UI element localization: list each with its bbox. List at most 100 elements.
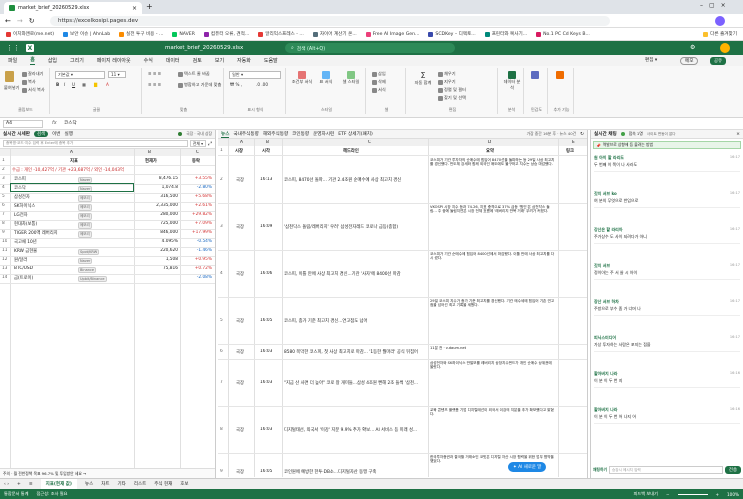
sort-filter-button[interactable]: 정렬 및 필터 <box>438 87 466 93</box>
bookmark-item[interactable]: 프린터와 복사기... <box>484 31 527 37</box>
chat-username[interactable]: 원 아이 할 라리도 <box>594 155 624 160</box>
formula-input[interactable]: 코스닥 <box>64 120 734 128</box>
news-headline[interactable]: 코인원에 예방한 한투·DB소...디지털자산 동맹 구축 <box>284 469 426 475</box>
bookmarks-folder[interactable]: 다른 즐겨찾기 <box>703 31 737 37</box>
window-controls-icon[interactable]: –▢× <box>700 2 732 9</box>
tab-automate[interactable]: 자동화 <box>237 57 251 64</box>
profile-avatar-icon[interactable] <box>715 16 725 26</box>
chat-username[interactable]: 피닉스미디어 <box>594 335 616 340</box>
app-launcher-icon[interactable]: ⋮⋮ <box>6 44 20 52</box>
tab-insert[interactable]: 삽입 <box>48 57 57 64</box>
decimal-icon[interactable]: .0 .00 <box>256 82 268 87</box>
tab-file[interactable]: 파일 <box>8 57 17 64</box>
workbook-stats[interactable]: 통합문서 통계 <box>4 491 28 497</box>
search-input[interactable]: ⌕ 검색 (Alt+Q) <box>285 43 455 53</box>
document-title[interactable]: market_brief_20260529.xlsx <box>165 45 243 51</box>
market-name[interactable]: 국고채 10년 <box>14 239 37 245</box>
col-d-header[interactable]: D <box>488 140 491 145</box>
format-painter-button[interactable]: 서식 복사 <box>22 87 45 93</box>
chat-username[interactable]: 할아버지 나라 <box>594 371 617 376</box>
chat-username[interactable]: 갓지 서브 ko <box>594 191 617 196</box>
filter-select[interactable]: 전체 ▾ <box>189 140 206 147</box>
news-headline[interactable]: 디지털태선, 외국서 '이강' 지분 9.9% 추가 확보... AI 서비스 … <box>284 427 426 433</box>
tab-run[interactable]: 실행 <box>65 131 73 137</box>
col-a-header[interactable]: A <box>240 140 243 145</box>
close-tab-icon[interactable]: × <box>132 5 137 12</box>
bookmark-item[interactable]: 보안 이슈 | AhnLab <box>63 31 110 37</box>
chat-username[interactable]: 강산은 할 라리아 <box>594 227 623 232</box>
bold-button[interactable]: B <box>56 82 59 87</box>
tab-coin[interactable]: 코인동향 <box>292 131 309 137</box>
col-e-header[interactable]: E <box>572 140 575 145</box>
col-b-header[interactable]: B <box>148 150 151 155</box>
news-headline[interactable]: 8580 목막한 코스피, 첫 사상 최고치로 마감... '1등한 월마라' … <box>284 349 426 355</box>
browser-tab[interactable]: market_brief_20260529.xlsx × <box>4 2 142 14</box>
zoom-slider[interactable] <box>677 493 708 495</box>
market-name[interactable]: SK하이닉스 <box>14 203 35 209</box>
bookmark-item[interactable]: 컴퓨터 오류, 견적... <box>203 31 249 37</box>
format-cells-button[interactable]: 서식 <box>372 87 386 93</box>
currency-icon[interactable]: ₩ % , <box>230 82 242 87</box>
insert-cells-button[interactable]: 삽입 <box>372 71 386 77</box>
number-format-select[interactable]: 일반 ▾ <box>229 71 281 79</box>
sensitivity-button[interactable] <box>531 71 540 79</box>
chat-username[interactable]: 할아버지 나라 <box>594 407 617 412</box>
align-top-icon[interactable]: ≡ ≡ ≡ <box>148 71 161 76</box>
sheet-tab-news[interactable]: 뉴스 <box>85 481 93 487</box>
col-c-header[interactable]: C <box>196 150 199 155</box>
sheet-tab-stock[interactable]: 주식 현재 <box>154 481 172 487</box>
market-name[interactable]: BTC/USD <box>14 266 33 271</box>
tab-domestic[interactable]: 국내주식동향 <box>233 131 258 137</box>
fill-button[interactable]: 채우기 <box>438 71 456 77</box>
market-name[interactable]: 금(트로이) <box>14 275 33 281</box>
bookmark-item[interactable]: No.1 PC Cd Keys B... <box>536 31 590 37</box>
chat-input[interactable]: 승강시 메시지 입력 <box>608 466 723 474</box>
sheet-nav-icon[interactable]: ‹ › <box>4 482 9 487</box>
col-b-header[interactable]: B <box>266 140 269 145</box>
refresh-icon[interactable]: ↻ <box>580 132 584 137</box>
tab-home[interactable]: 홈 <box>30 56 35 65</box>
market-name[interactable]: LG전자 <box>14 212 28 218</box>
name-box[interactable]: A4 <box>3 120 43 128</box>
tab-overseas[interactable]: 해외주식동향 <box>263 131 288 137</box>
expand-icon[interactable]: ⤢ <box>208 141 212 147</box>
underline-button[interactable]: U <box>72 82 75 87</box>
market-name[interactable]: KRW 금현물 <box>14 248 37 254</box>
font-name-select[interactable]: 기본값 ▾ <box>55 71 105 79</box>
tab-search[interactable]: 검색 <box>33 131 49 137</box>
market-name[interactable]: 코스피 <box>14 176 26 182</box>
bookmark-item[interactable]: 알리익스프레스 - ... <box>258 31 304 37</box>
footer-text[interactable]: 주의 · 월 전반정책 목표 96.7% 및 투입방안 세요 → <box>3 471 86 476</box>
chat-notice[interactable]: 📌 역발브로 상향에 등 물려는 방법 <box>593 141 741 149</box>
borders-icon[interactable]: ▦ <box>82 82 86 87</box>
tab-formulas[interactable]: 수식 <box>144 57 153 64</box>
sheet-tab-indicators[interactable]: 지표(현재 값) <box>40 478 77 490</box>
back-icon[interactable]: ← <box>5 17 11 25</box>
fill-color-icon[interactable]: ▇ <box>94 82 97 87</box>
settings-icon[interactable]: ⚙ <box>690 44 695 51</box>
sheet-tab-list[interactable]: 리스트 <box>134 481 146 487</box>
tab-draw[interactable]: 그리기 <box>70 57 84 64</box>
col-c-header[interactable]: C <box>368 140 371 145</box>
comments-button[interactable]: 메모 <box>680 57 699 65</box>
close-panel-icon[interactable]: × <box>736 132 740 137</box>
format-table-button[interactable]: 표 서식 <box>316 71 336 85</box>
find-select-button[interactable]: 찾기 및 선택 <box>438 95 466 101</box>
tab-help[interactable]: 도움말 <box>264 57 278 64</box>
bookmark-item[interactable]: 자이어 계산기 온... <box>312 31 357 37</box>
send-button[interactable]: 전송 <box>724 466 741 474</box>
add-sheet-icon[interactable]: + <box>17 482 21 487</box>
tab-news[interactable]: 뉴스 <box>221 131 230 138</box>
analyze-data-button[interactable]: 데이터 분석 <box>502 71 522 91</box>
new-tab-icon[interactable]: + <box>146 2 153 11</box>
market-name[interactable]: TIGER 200액 레버리지 <box>14 230 58 236</box>
market-name[interactable]: 현대차(보통) <box>14 221 37 227</box>
bookmark-item[interactable]: SCDKey – 디렉토... <box>428 31 476 37</box>
sheet-list-icon[interactable]: ≡ <box>29 482 33 487</box>
reload-icon[interactable]: ↻ <box>29 17 35 25</box>
tab-view[interactable]: 보기 <box>215 57 224 64</box>
chat-username[interactable]: 갓지 서브 <box>594 263 610 268</box>
news-headline[interactable]: 코스피, 종가 기준 최고치 경신...연고점도 넘어 <box>284 318 426 324</box>
cell-styles-button[interactable]: 셀 스타일 <box>340 71 362 85</box>
sheet-tab-chart[interactable]: 차트 <box>101 481 109 487</box>
